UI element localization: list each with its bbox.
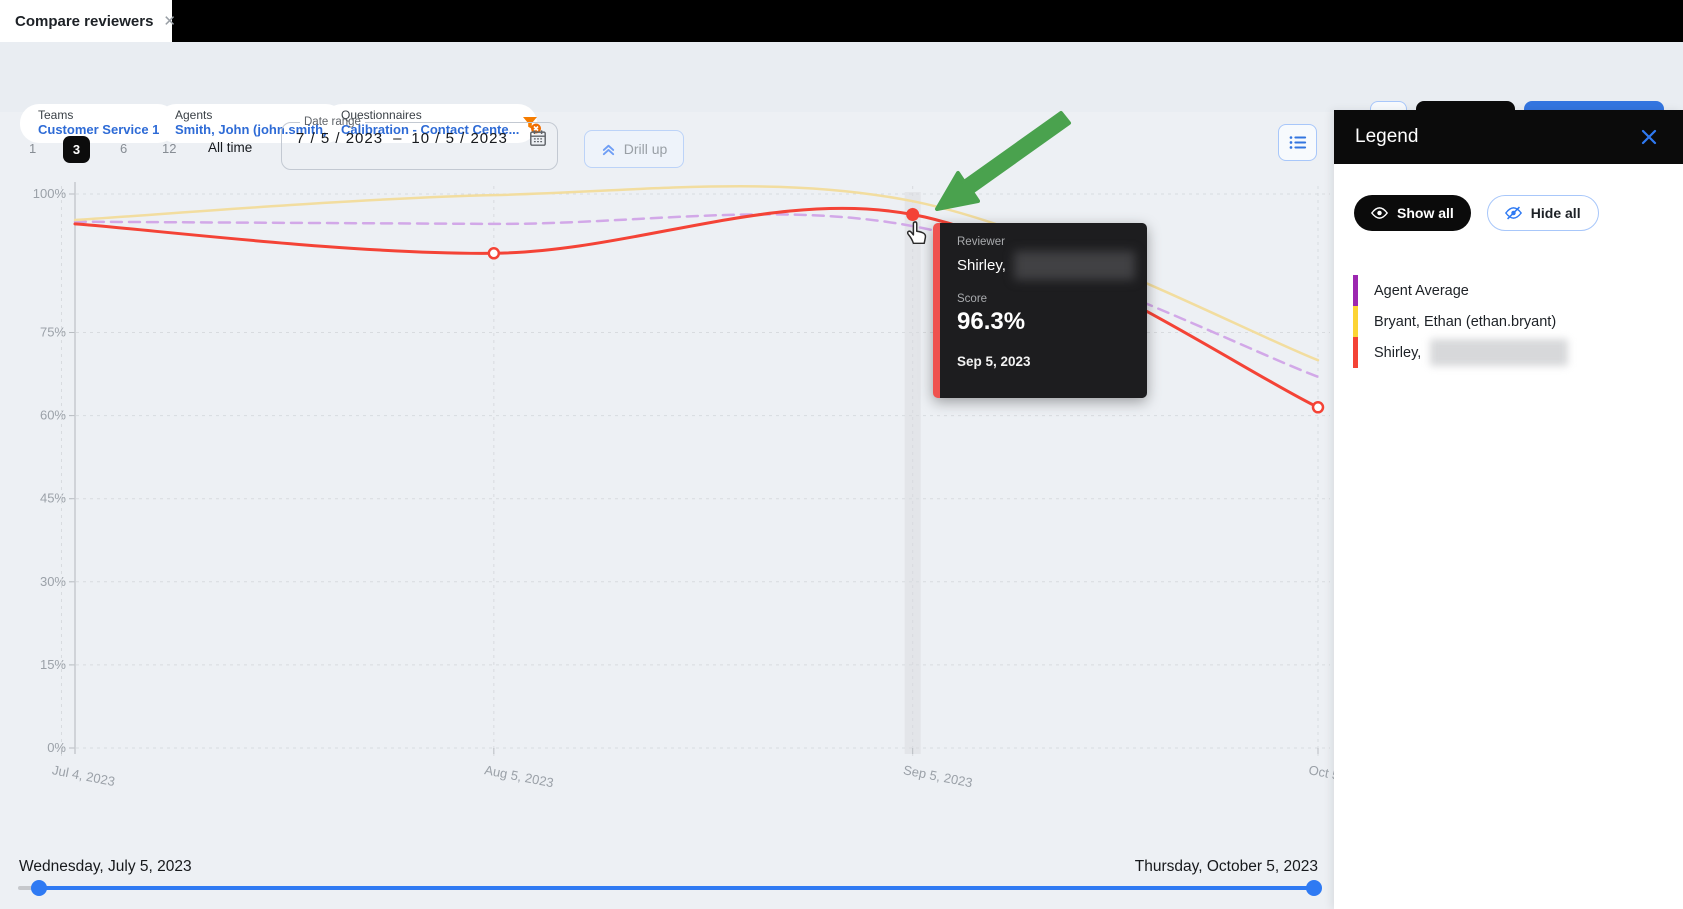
legend-items-list: Agent Average Bryant, Ethan (ethan.bryan… — [1353, 275, 1683, 368]
show-all-label: Show all — [1397, 205, 1454, 221]
show-all-button[interactable]: Show all — [1354, 195, 1471, 231]
legend-color-bar — [1353, 337, 1358, 368]
tab-title: Compare reviewers — [15, 13, 153, 30]
x-axis-tick-label: Oct 5, 2023 — [1307, 762, 1334, 790]
tab-compare-reviewers[interactable]: Compare reviewers ✕ — [0, 0, 172, 42]
y-axis-tick-label: 15% — [40, 657, 66, 672]
tooltip-score-value: 96.3% — [957, 308, 1135, 336]
y-axis-tick-label: 60% — [40, 408, 66, 423]
tooltip-date: Sep 5, 2023 — [957, 354, 1135, 369]
legend-redacted-name — [1430, 339, 1568, 366]
tooltip-reviewer-label: Reviewer — [957, 236, 1135, 248]
compare-reviewers-app: Compare reviewers ✕ Teams Customer Servi… — [0, 0, 1683, 909]
y-axis-tick-label: 30% — [40, 574, 66, 589]
legend-item-shirley[interactable]: Shirley, — [1353, 337, 1683, 368]
legend-item-agent-average[interactable]: Agent Average — [1353, 275, 1683, 306]
legend-item-bryant-ethan[interactable]: Bryant, Ethan (ethan.bryant) — [1353, 306, 1683, 337]
slider-start-label: Wednesday, July 5, 2023 — [19, 858, 192, 876]
slider-end-label: Thursday, October 5, 2023 — [1135, 858, 1318, 876]
y-axis-tick-label: 45% — [40, 491, 66, 506]
data-point-marker-open[interactable] — [1313, 402, 1323, 412]
legend-panel-header: Legend — [1334, 110, 1683, 164]
x-axis-tick-label: Jul 4, 2023 — [51, 762, 116, 789]
filter-bar: Teams Customer Service 1 Agents Smith, J… — [0, 42, 1683, 112]
tooltip-redacted-name — [1014, 251, 1135, 280]
hide-all-label: Hide all — [1531, 205, 1581, 221]
slider-fill — [39, 886, 1314, 890]
y-axis-tick-label: 0% — [47, 740, 66, 755]
legend-item-label: Bryant, Ethan (ethan.bryant) — [1374, 314, 1556, 330]
chart-tooltip: Reviewer Shirley, Score 96.3% Sep 5, 202… — [933, 223, 1147, 398]
tooltip-score-label: Score — [957, 293, 1135, 305]
y-axis-tick-label: 75% — [40, 325, 66, 340]
legend-color-bar — [1353, 306, 1358, 337]
eye-off-icon — [1505, 206, 1522, 220]
slider-handle-end[interactable] — [1306, 880, 1322, 896]
data-point-marker-filled[interactable] — [906, 208, 919, 221]
legend-panel: Legend Show all Hide all — [1334, 110, 1683, 909]
tooltip-reviewer-name: Shirley, — [957, 257, 1006, 274]
date-slider-zone: Wednesday, July 5, 2023 Thursday, Octobe… — [0, 852, 1334, 909]
x-axis-tick-label: Sep 5, 2023 — [902, 762, 974, 790]
x-axis-tick-label: Aug 5, 2023 — [483, 762, 555, 790]
tab-bar: Compare reviewers ✕ — [0, 0, 1683, 42]
tab-close-icon[interactable]: ✕ — [163, 14, 176, 29]
data-point-marker-open[interactable] — [489, 248, 499, 258]
eye-icon — [1371, 207, 1388, 219]
legend-panel-title: Legend — [1355, 126, 1418, 148]
legend-item-label: Shirley, — [1374, 345, 1421, 361]
legend-color-bar — [1353, 275, 1358, 306]
hide-all-button[interactable]: Hide all — [1487, 195, 1599, 231]
legend-item-label: Agent Average — [1374, 283, 1469, 299]
panel-close-icon[interactable] — [1641, 129, 1657, 145]
slider-handle-start[interactable] — [31, 880, 47, 896]
